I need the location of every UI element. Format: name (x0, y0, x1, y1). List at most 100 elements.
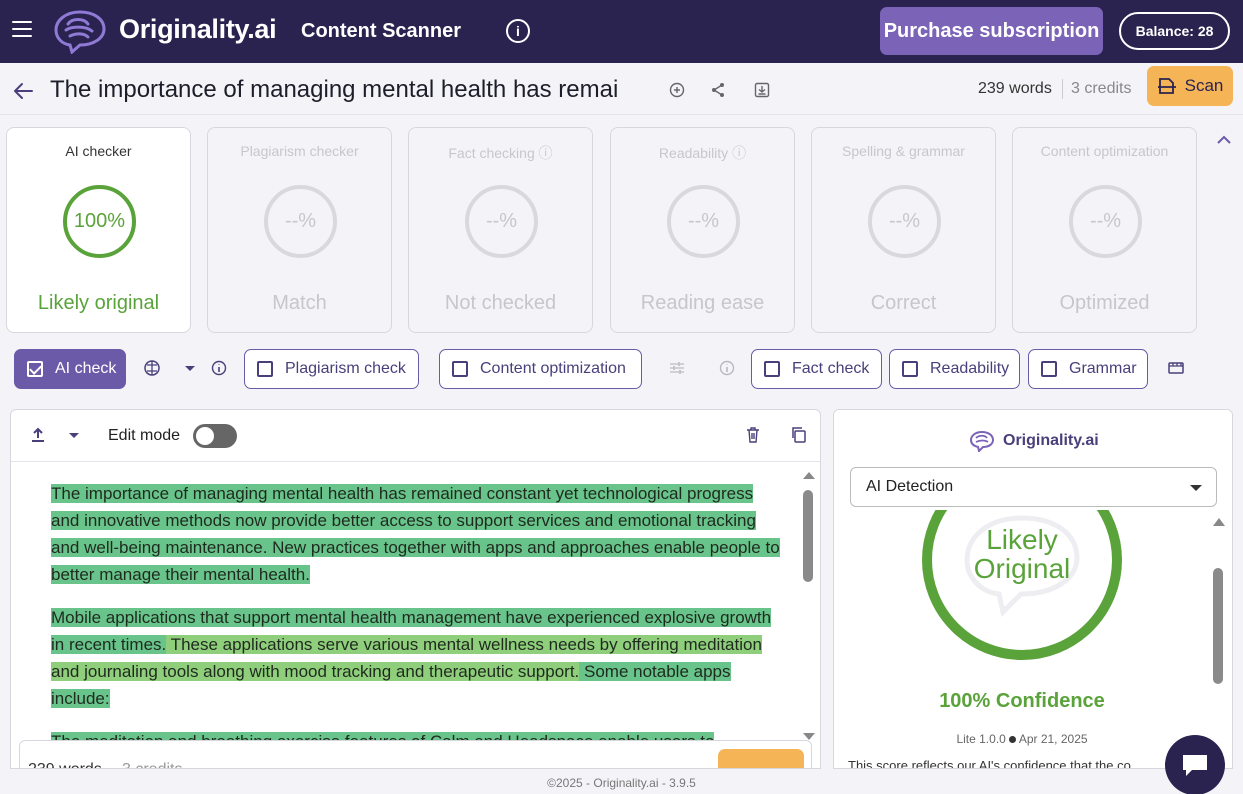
card-label: Fact checking ⓘ (448, 145, 553, 161)
top-bar: Originality.ai Content Scanner i Purchas… (0, 0, 1243, 63)
divider (1062, 79, 1063, 99)
fact-check-toggle[interactable]: Fact check (751, 349, 882, 389)
card-plagiarism-checker[interactable]: Plagiarism checker --% Match (207, 127, 392, 333)
score-ring: --% (264, 185, 337, 258)
upload-icon[interactable] (29, 426, 47, 444)
edit-mode-label: Edit mode (108, 427, 181, 444)
card-status: Not checked (444, 292, 557, 314)
score-ring: --% (868, 185, 941, 258)
card-label: AI checker (65, 143, 132, 159)
card-status: Optimized (1059, 292, 1150, 314)
select-value: AI Detection (866, 478, 954, 495)
version-label: Lite 1.0.0 (956, 732, 1006, 746)
results-panel: Originality.ai Likely Original Originali… (833, 409, 1233, 769)
brand-name[interactable]: Originality.ai (119, 14, 277, 45)
scan-label: Scan (1184, 76, 1224, 95)
score-ring: --% (1069, 185, 1142, 258)
film-icon[interactable] (1167, 359, 1185, 377)
paragraph: Mobile applications that support mental … (51, 604, 781, 712)
info-icon[interactable]: i (506, 19, 530, 43)
score-ring: --% (465, 185, 538, 258)
ai-check-label: AI check (55, 360, 117, 377)
scan-button[interactable]: Scan (1147, 66, 1233, 106)
card-spelling-grammar[interactable]: Spelling & grammar --% Correct (811, 127, 996, 333)
settings-sliders-icon[interactable] (668, 359, 686, 377)
scan-button[interactable] (718, 749, 804, 768)
readability-toggle[interactable]: Readability (889, 349, 1020, 389)
footer-copyright: ©2025 - Originality.ai - 3.9.5 (547, 776, 696, 790)
balance-button[interactable]: Balance: 28 (1119, 12, 1230, 50)
card-label: Readability ⓘ (658, 145, 747, 161)
card-readability[interactable]: Readability ⓘ --% Reading ease (610, 127, 795, 333)
card-label: Plagiarism checker (240, 143, 359, 159)
info-icon[interactable] (718, 359, 736, 377)
score-ring: --% (667, 185, 740, 258)
credits-count: 3 credits (122, 761, 182, 768)
score-ring: 100% (63, 185, 136, 258)
app-title: Content Scanner (301, 20, 462, 42)
detection-type-select[interactable]: AI Detection (850, 467, 1217, 507)
card-fact-checking[interactable]: Fact checking ⓘ --% Not checked (408, 127, 593, 333)
plagiarism-check-toggle[interactable]: Plagiarism check (244, 349, 419, 389)
fact-check-label: Fact check (792, 360, 870, 377)
grammar-toggle[interactable]: Grammar (1028, 349, 1148, 389)
card-content-optimization[interactable]: Content optimization --% Optimized (1012, 127, 1197, 333)
card-status: Correct (870, 292, 937, 314)
copy-icon[interactable] (790, 426, 808, 444)
scroll-up-icon[interactable] (1213, 518, 1225, 526)
result-label: Likely Original (922, 525, 1122, 583)
edit-mode-toggle[interactable] (193, 424, 237, 448)
menu-icon[interactable] (12, 21, 32, 39)
editor-content[interactable]: The importance of managing mental health… (51, 480, 781, 768)
share-icon[interactable] (709, 81, 727, 99)
add-circle-icon[interactable] (668, 81, 686, 99)
scrollbar-thumb[interactable] (1213, 568, 1223, 684)
dot-separator (1008, 736, 1016, 744)
card-status: Match (272, 292, 327, 314)
chevron-down-icon (1190, 485, 1202, 491)
card-status: Reading ease (640, 292, 765, 314)
chevron-up-icon[interactable] (1216, 134, 1232, 146)
scan-date: Apr 21, 2025 (1018, 732, 1088, 746)
dropdown-caret-icon[interactable] (65, 426, 83, 444)
scroll-up-icon[interactable] (802, 470, 816, 480)
back-arrow-icon[interactable] (12, 80, 34, 102)
info-icon[interactable] (210, 359, 228, 377)
checkbox-icon (257, 361, 273, 377)
checkbox-icon (1041, 361, 1057, 377)
result-label-line2: Original (973, 553, 1071, 584)
checkbox-icon (452, 361, 468, 377)
panel-brand-name: Originality.ai (1003, 432, 1099, 449)
card-label: Spelling & grammar (842, 143, 965, 159)
panel-brand: Originality.ai (969, 430, 1099, 452)
trash-icon[interactable] (744, 426, 762, 444)
result-description: This score reflects our AI's confidence … (848, 758, 1131, 769)
card-label: Content optimization (1040, 143, 1169, 159)
editor-toolbar: Edit mode (11, 410, 820, 462)
chat-icon (1183, 755, 1207, 776)
confidence-text: 100% Confidence (939, 690, 1105, 712)
word-count: 239 words (978, 80, 1052, 97)
ai-check-toggle[interactable]: AI check (14, 349, 126, 389)
content-optimization-label: Content optimization (480, 360, 626, 377)
checkbox-icon (764, 361, 780, 377)
plagiarism-check-label: Plagiarism check (285, 360, 406, 377)
word-count: 239 words (28, 761, 102, 768)
content-optimization-toggle[interactable]: Content optimization (439, 349, 642, 389)
download-icon[interactable] (753, 81, 771, 99)
brain-model-icon[interactable] (143, 359, 161, 377)
highlighted-text: The importance of managing mental health… (51, 484, 780, 584)
dropdown-caret-icon[interactable] (181, 359, 199, 377)
brain-logo-icon (969, 430, 995, 452)
scan-icon (1157, 78, 1176, 94)
paragraph: The importance of managing mental health… (51, 480, 781, 588)
scrollbar-thumb[interactable] (803, 490, 813, 582)
model-version: Lite 1.0.0 Apr 21, 2025 (834, 732, 1210, 746)
brain-logo-icon (54, 10, 106, 54)
checkbox-icon (902, 361, 918, 377)
purchase-subscription-button[interactable]: Purchase subscription (880, 7, 1103, 55)
readability-label: Readability (930, 360, 1010, 377)
document-title: The importance of managing mental health… (50, 76, 619, 103)
header-divider (0, 114, 1243, 115)
card-ai-checker[interactable]: AI checker 100% Likely original (6, 127, 191, 333)
